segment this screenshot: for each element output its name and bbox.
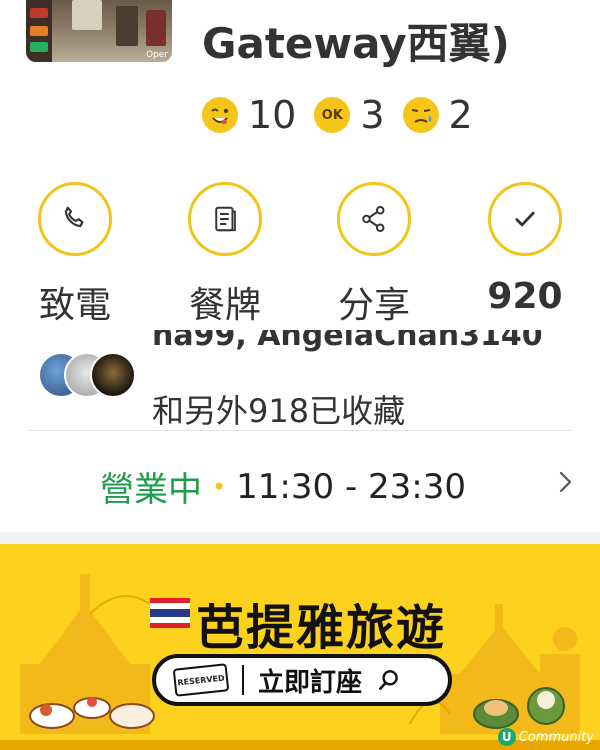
chevron-right-icon[interactable]	[556, 468, 576, 500]
bookmark-names-text: na99, AngelaChan3140	[152, 330, 543, 353]
share-label: 分享	[337, 285, 410, 326]
book-now-label: 立即訂座	[258, 667, 363, 698]
open-status: 營業中	[100, 470, 202, 510]
bookmark-names: na99, AngelaChan3140	[152, 330, 543, 366]
menu-label: 餐牌	[188, 285, 261, 326]
reserved-tag-icon: RESERVED	[172, 663, 230, 697]
community-logo-icon: U	[497, 728, 516, 746]
banner-title: 芭提雅旅遊	[196, 600, 447, 656]
promo-banner[interactable]: 芭提雅旅遊 RESERVED 立即訂座 U Community	[0, 544, 600, 750]
search-icon	[376, 667, 402, 693]
thumbnail-caption: Oper	[145, 50, 168, 60]
menu-icon	[188, 182, 262, 256]
status-separator: •	[212, 472, 227, 501]
share-icon	[337, 182, 411, 256]
section-gap	[0, 532, 600, 544]
sad-face-icon	[402, 97, 439, 133]
restaurant-thumbnail[interactable]: Oper	[26, 0, 172, 62]
opening-time: 11:30 - 23:30	[236, 466, 467, 507]
button-separator	[242, 665, 244, 695]
community-watermark: U Community	[497, 728, 594, 746]
thumbnail-product	[30, 42, 48, 52]
smile-face-icon	[202, 97, 238, 133]
sad-count: 2	[448, 93, 473, 137]
opening-hours[interactable]: 營業中 • 11:30 - 23:30	[100, 462, 466, 511]
bookmark-count: 920	[487, 276, 563, 317]
thumbnail-window	[72, 0, 102, 30]
thumbnail-product	[146, 10, 166, 46]
bookmark-avatars[interactable]	[38, 350, 138, 400]
call-label: 致電	[38, 285, 111, 326]
thai-flag-icon	[150, 598, 190, 628]
bookmark-others-text: 和另外918已收藏	[152, 392, 406, 430]
phone-icon	[38, 182, 112, 256]
reserved-tag-text: RESERVED	[177, 673, 225, 687]
share-button[interactable]: 分享	[314, 182, 434, 328]
watermark-text: Community	[518, 729, 594, 745]
divider	[28, 430, 572, 431]
thumbnail-product	[30, 8, 48, 18]
book-now-button[interactable]: RESERVED 立即訂座	[152, 654, 452, 706]
menu-button[interactable]: 餐牌	[165, 182, 285, 328]
smile-count: 10	[248, 93, 297, 137]
restaurant-title: Gateway西翼)	[202, 19, 510, 68]
reaction-summary[interactable]: 10 OK 3 2	[202, 92, 491, 138]
checkmark-icon	[488, 182, 562, 256]
bookmark-button[interactable]: 920	[465, 182, 585, 317]
avatar	[90, 352, 136, 398]
ok-count: 3	[360, 93, 385, 137]
thumbnail-shelf	[116, 6, 138, 46]
thumbnail-product	[30, 26, 48, 36]
ok-face-label: OK	[321, 107, 343, 123]
call-button[interactable]: 致電	[15, 182, 135, 328]
ok-face-icon: OK	[314, 97, 351, 133]
